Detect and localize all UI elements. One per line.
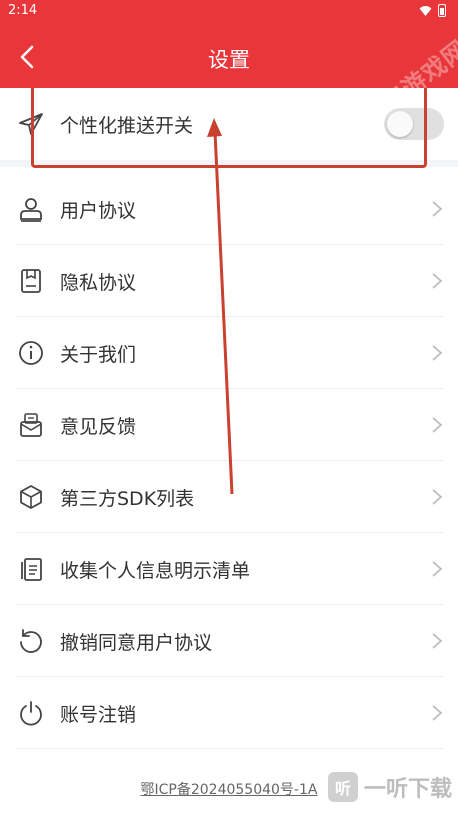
menu-item-privacy-policy[interactable]: 隐私协议	[16, 245, 444, 317]
status-bar: 2:14	[0, 0, 458, 22]
chevron-right-icon	[432, 201, 443, 217]
menu-item-label: 账号注销	[60, 703, 137, 726]
battery-icon	[438, 4, 446, 17]
menu-item-personal-info-list[interactable]: 收集个人信息明示清单	[16, 533, 444, 605]
menu-item-label: 用户协议	[60, 199, 137, 222]
app-bar: 设置 途知游戏网	[0, 22, 458, 134]
menu-item-feedback[interactable]: 意见反馈	[16, 389, 444, 461]
wifi-icon	[419, 5, 432, 16]
menu-item-label: 意见反馈	[60, 415, 137, 438]
menu-item-third-party-sdk[interactable]: 第三方SDK列表	[16, 461, 444, 533]
brand-logo-icon: 听	[327, 772, 358, 802]
menu-item-label: 隐私协议	[60, 271, 137, 294]
menu-item-label: 收集个人信息明示清单	[60, 559, 251, 582]
page-title: 设置	[208, 48, 250, 72]
user-agreement-icon	[16, 194, 46, 224]
brand-watermark: 听 一听下载	[327, 771, 452, 803]
chevron-right-icon	[432, 345, 443, 361]
sdk-box-icon	[16, 482, 46, 512]
status-time: 2:14	[8, 3, 38, 18]
chevron-right-icon	[432, 633, 443, 649]
menu-item-about-us[interactable]: 关于我们	[16, 317, 444, 389]
privacy-policy-icon	[16, 266, 46, 296]
menu-item-label: 撤销同意用户协议	[60, 631, 213, 654]
brand-name: 一听下载	[363, 777, 452, 802]
menu-item-account-deletion[interactable]: 账号注销	[16, 677, 444, 749]
chevron-right-icon	[432, 417, 443, 433]
chevron-right-icon	[432, 561, 443, 577]
divider	[16, 748, 444, 749]
power-icon	[16, 698, 46, 728]
menu-item-user-agreement[interactable]: 用户协议	[16, 173, 444, 245]
menu-item-label: 关于我们	[60, 343, 137, 366]
chevron-right-icon	[432, 705, 443, 721]
chevron-right-icon	[432, 273, 443, 289]
feedback-icon	[16, 410, 46, 440]
annotation-highlight-box	[31, 88, 427, 168]
menu-item-label: 第三方SDK列表	[60, 487, 195, 510]
status-icons	[419, 4, 446, 17]
document-list-icon	[16, 554, 46, 584]
revoke-icon	[16, 626, 46, 656]
menu-item-revoke-agreement[interactable]: 撤销同意用户协议	[16, 605, 444, 677]
info-icon	[16, 338, 46, 368]
chevron-right-icon	[432, 489, 443, 505]
